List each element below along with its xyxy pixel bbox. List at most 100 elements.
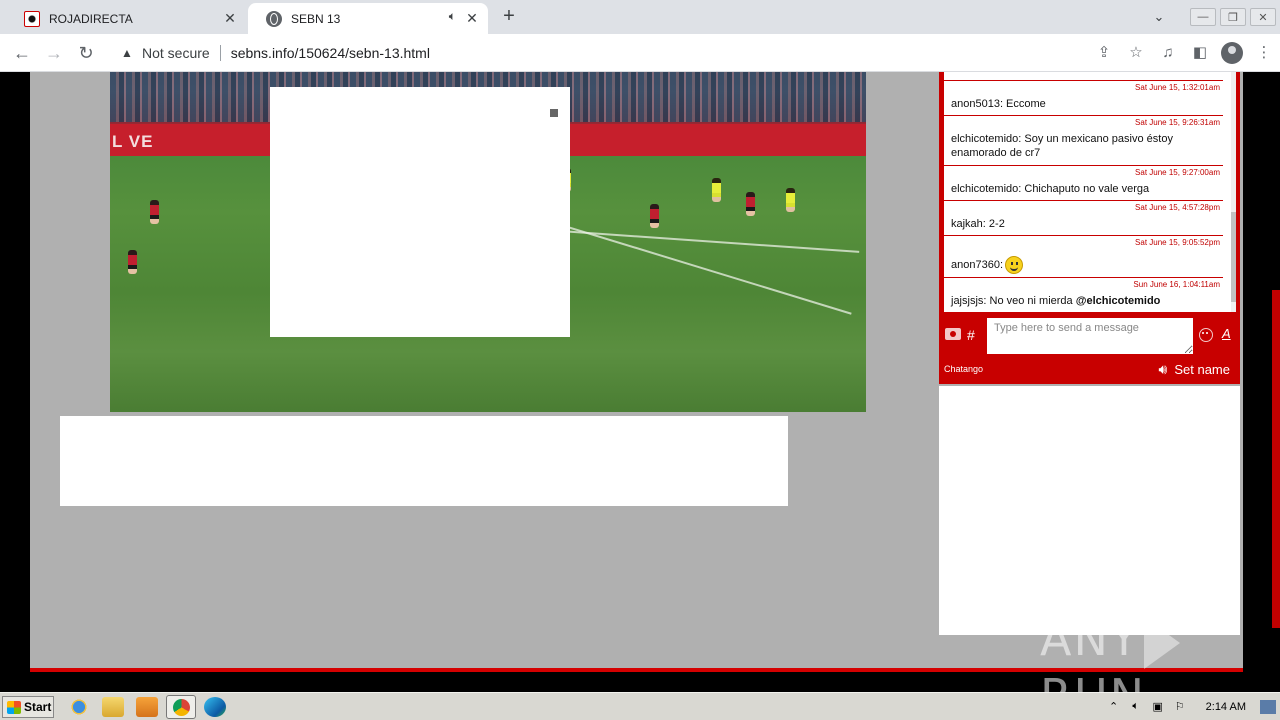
show-desktop-icon[interactable] (1260, 700, 1276, 714)
chat-scrollbar[interactable] (1231, 72, 1236, 312)
watermark-left: ANY (1040, 612, 1140, 666)
clock[interactable]: 2:14 AM (1206, 701, 1246, 713)
camera-icon[interactable] (945, 328, 961, 340)
close-window-button[interactable]: ✕ (1250, 8, 1276, 26)
play-logo-icon (1143, 616, 1180, 669)
message-timestamp: Sat June 15, 9:05:52pm (1135, 238, 1220, 247)
tab-title: SEBN 13 (291, 11, 341, 26)
player (650, 204, 659, 228)
bookmark-star-icon[interactable]: ☆ (1120, 37, 1152, 69)
chat-message: Sun June 16, 1:04:11am jajsjsjs: No veo … (944, 277, 1223, 312)
security-status[interactable]: Not secure (142, 45, 210, 61)
message-text: kajkah: 2-2 (951, 218, 1005, 230)
chat-message: Sat June 15, 4:57:28pm kajkah: 2-2 (944, 200, 1223, 235)
reload-icon[interactable]: ↻ (74, 41, 98, 65)
close-tab-icon[interactable]: ✕ (222, 10, 238, 26)
set-name-button[interactable]: 🔊︎ Set name (1159, 361, 1230, 378)
scrollbar-thumb[interactable] (1231, 212, 1236, 302)
message-body: jajsjsjs: No veo ni mierda (951, 295, 1076, 307)
user-mention[interactable]: @elchicotemido (1076, 295, 1161, 307)
chat-input-row: # A (939, 316, 1240, 356)
tab-rojadirecta[interactable]: ROJADIRECTA ✕ (6, 3, 246, 34)
globe-icon (266, 10, 282, 27)
start-button[interactable]: Start (2, 696, 54, 718)
banner-ad[interactable] (60, 416, 788, 506)
new-tab-button[interactable]: + (498, 6, 520, 28)
chrome-taskbar-button[interactable] (166, 695, 196, 719)
profile-avatar-icon[interactable] (1221, 42, 1243, 64)
action-center-flag-icon[interactable]: ⚐ (1172, 700, 1188, 714)
volume-icon[interactable]: 🔊︎ (1159, 361, 1168, 378)
message-timestamp: Sat June 15, 9:26:31am (1135, 118, 1220, 127)
windows-taskbar: Start ⌃ 🔈︎ ▣ ⚐ 2:14 AM (0, 692, 1280, 720)
back-arrow-icon[interactable]: ← (10, 41, 34, 65)
right-red-strip (1272, 290, 1280, 628)
web-page: L VE Sat June 15, 1:32:01am anon5013: Ec… (0, 72, 1280, 692)
chat-message: Sat June 15, 9:05:52pm anon7360: (944, 235, 1223, 277)
message-text: anon5013: Eccome (951, 98, 1046, 110)
message-timestamp: Sun June 16, 1:04:11am (1133, 280, 1220, 289)
channel-hash-button[interactable]: # (967, 327, 975, 343)
address-bar[interactable]: ▲ Not secure sebns.info/150624/sebn-13.h… (110, 39, 1140, 67)
file-explorer-icon[interactable] (102, 697, 124, 717)
tab-sebn-13[interactable]: SEBN 13 🔈︎ ✕ (248, 3, 488, 34)
chat-message-input[interactable] (987, 318, 1193, 354)
network-icon[interactable]: ▣ (1150, 700, 1166, 714)
browser-toolbar: ← → ↻ ▲ Not secure sebns.info/150624/seb… (0, 34, 1280, 72)
message-body: anon7360: (951, 258, 1003, 271)
divider (219, 45, 221, 61)
window-controls: ⌄ — ❐ ✕ (1144, 0, 1280, 34)
tab-title: ROJADIRECTA (49, 11, 133, 26)
start-label: Start (24, 700, 52, 714)
pitch-line (559, 230, 860, 253)
player (786, 188, 795, 212)
player (128, 250, 137, 274)
message-timestamp: Sat June 15, 1:32:01am (1135, 83, 1220, 92)
anyrun-watermark: ANY RUN (1040, 612, 1280, 692)
message-text: anon7360: (951, 256, 1221, 274)
close-tab-icon[interactable]: ✕ (464, 10, 480, 26)
side-panel-icon[interactable]: ◧ (1184, 37, 1216, 69)
font-style-button[interactable]: A (1222, 326, 1231, 341)
volume-icon[interactable]: 🔈︎ (1128, 700, 1144, 714)
share-icon[interactable]: ⇪ (1088, 37, 1120, 69)
show-hidden-icons-icon[interactable]: ⌃ (1106, 700, 1122, 714)
toolbar-actions: ⇪ ☆ ♫ ◧ ⋮ (1088, 34, 1280, 72)
message-text: elchicotemido: Chichaputo no vale verga (951, 183, 1150, 195)
chat-message: Sat June 15, 1:32:01am anon5013: Eccome (944, 80, 1223, 115)
minimize-button[interactable]: — (1190, 8, 1216, 26)
watermark-right: RUN (1040, 669, 1146, 693)
chat-message-list[interactable]: Sat June 15, 1:32:01am anon5013: Eccome … (944, 72, 1231, 312)
edge-icon[interactable] (204, 697, 226, 717)
message-text: elchicotemido: Soy un mexicano pasivo és… (951, 133, 1173, 159)
chat-message: Sat June 15, 9:27:00am elchicotemido: Ch… (944, 165, 1223, 200)
player (150, 200, 159, 224)
player (746, 192, 755, 216)
internet-explorer-icon[interactable] (68, 697, 90, 717)
media-player-icon[interactable] (136, 697, 158, 717)
forward-arrow-icon[interactable]: → (42, 41, 66, 65)
sidebar-ad[interactable] (939, 386, 1240, 635)
message-timestamp: Sat June 15, 4:57:28pm (1135, 203, 1220, 212)
menu-dots-icon[interactable]: ⋮ (1248, 37, 1280, 69)
overlay-ad[interactable] (270, 87, 570, 337)
tab-search-chevron-icon[interactable]: ⌄ (1144, 9, 1174, 25)
rojadirecta-favicon-icon (24, 10, 40, 27)
url-text[interactable]: sebns.info/150624/sebn-13.html (231, 45, 430, 61)
warning-icon[interactable]: ▲ (120, 46, 134, 60)
speaker-icon[interactable]: 🔈︎ (449, 9, 456, 24)
restore-button[interactable]: ❐ (1220, 8, 1246, 26)
set-name-label[interactable]: Set name (1174, 362, 1230, 377)
chatango-chat-box: Sat June 15, 1:32:01am anon5013: Eccome … (939, 72, 1240, 384)
message-timestamp: Sat June 15, 9:27:00am (1135, 168, 1220, 177)
video-player[interactable]: L VE (110, 72, 866, 412)
smiley-emoji-icon (1005, 256, 1023, 274)
emoji-picker-icon[interactable] (1199, 328, 1213, 342)
close-ad-icon[interactable] (550, 109, 558, 117)
chat-message: Sat June 15, 9:26:31am elchicotemido: So… (944, 115, 1223, 165)
system-tray: ⌃ 🔈︎ ▣ ⚐ 2:14 AM (1106, 693, 1280, 720)
chatango-brand-link[interactable]: Chatango (944, 364, 983, 374)
message-text: jajsjsjs: No veo ni mierda @elchicotemid… (951, 294, 1221, 308)
tab-strip: ROJADIRECTA ✕ SEBN 13 🔈︎ ✕ + ⌄ — ❐ ✕ (0, 0, 1280, 34)
media-controls-icon[interactable]: ♫ (1152, 37, 1184, 69)
